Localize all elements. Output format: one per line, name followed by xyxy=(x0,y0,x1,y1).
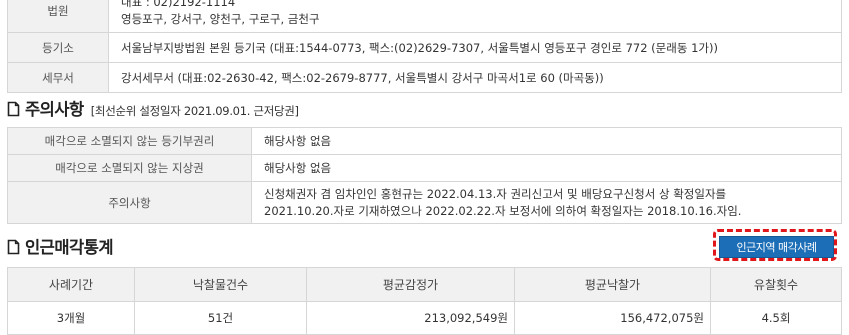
registry-label: 등기소 xyxy=(7,32,109,63)
document-icon xyxy=(7,101,20,117)
count-cell: 51건 xyxy=(134,301,307,335)
column-header: 평균감정가 xyxy=(306,267,515,302)
failed-bids-cell: 4.5회 xyxy=(710,301,842,335)
table-row: 주의사항 신청채권자 겸 임차인인 홍현규는 2022.04.13.자 권리신고… xyxy=(7,181,842,224)
court-value: 대표 : 02)2192-1114 영등포구, 강서구, 양천구, 구로구, 금… xyxy=(108,0,842,33)
notice-label: 매각으로 소멸되지 않는 등기부권리 xyxy=(7,127,252,155)
court-districts: 영등포구, 강서구, 양천구, 구로구, 금천구 xyxy=(121,12,320,26)
stats-table: 사례기간 낙찰물건수 평균감정가 평균낙찰가 유찰횟수 3개월 51건 213,… xyxy=(7,267,842,335)
column-header: 낙찰물건수 xyxy=(134,267,307,302)
column-header: 사례기간 xyxy=(7,267,135,302)
notice-label: 매각으로 소멸되지 않는 지상권 xyxy=(7,154,252,182)
tax-office-value: 강서세무서 (대표:02-2630-42, 팩스:02-2679-8777, 서… xyxy=(108,62,842,93)
court-info-table: 법원 대표 : 02)2192-1114 영등포구, 강서구, 양천구, 구로구… xyxy=(7,0,842,93)
period-cell: 3개월 xyxy=(7,301,135,335)
notice-label: 주의사항 xyxy=(7,181,252,224)
table-row: 세무서 강서세무서 (대표:02-2630-42, 팩스:02-2679-877… xyxy=(7,62,842,93)
notice-value: 해당사항 없음 xyxy=(251,127,842,155)
avg-appraisal-cell: 213,092,549원 xyxy=(306,301,515,335)
stats-title: 인근매각통계 xyxy=(25,238,114,257)
tax-office-label: 세무서 xyxy=(7,62,109,93)
document-icon xyxy=(7,239,20,255)
notice-subtitle: [최선순위 설정일자 2021.09.01. 근저당권] xyxy=(90,104,299,118)
column-header: 유찰횟수 xyxy=(710,267,842,302)
court-label: 법원 xyxy=(7,0,109,33)
notice-title: 주의사항 xyxy=(25,100,84,119)
notice-section-header: 주의사항 [최선순위 설정일자 2021.09.01. 근저당권] xyxy=(7,96,299,120)
stats-section-header: 인근매각통계 xyxy=(7,234,114,258)
registry-value: 서울남부지방법원 본원 등기국 (대표:1544-0773, 팩스:(02)26… xyxy=(108,32,842,63)
table-row: 법원 대표 : 02)2192-1114 영등포구, 강서구, 양천구, 구로구… xyxy=(7,0,842,33)
nearby-sales-button[interactable]: 인근지역 매각사례 xyxy=(719,236,834,258)
court-phone: 대표 : 02)2192-1114 xyxy=(121,0,236,9)
avg-winning-bid-cell: 156,472,075원 xyxy=(514,301,711,335)
table-row: 등기소 서울남부지방법원 본원 등기국 (대표:1544-0773, 팩스:(0… xyxy=(7,32,842,63)
notice-table: 매각으로 소멸되지 않는 등기부권리 해당사항 없음 매각으로 소멸되지 않는 … xyxy=(7,127,842,224)
table-row: 매각으로 소멸되지 않는 지상권 해당사항 없음 xyxy=(7,154,842,182)
table-header-row: 사례기간 낙찰물건수 평균감정가 평균낙찰가 유찰횟수 xyxy=(7,267,842,302)
notice-value: 신청채권자 겸 임차인인 홍현규는 2022.04.13.자 권리신고서 및 배… xyxy=(251,181,842,224)
table-row: 매각으로 소멸되지 않는 등기부권리 해당사항 없음 xyxy=(7,127,842,155)
notice-value: 해당사항 없음 xyxy=(251,154,842,182)
column-header: 평균낙찰가 xyxy=(514,267,711,302)
table-row: 3개월 51건 213,092,549원 156,472,075원 4.5회 xyxy=(7,301,842,335)
